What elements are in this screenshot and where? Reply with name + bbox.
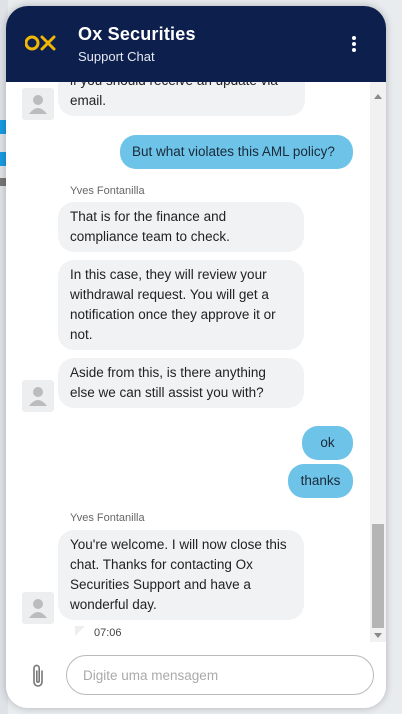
user-avatar-icon <box>22 380 54 412</box>
chat-subtitle: Support Chat <box>78 49 155 64</box>
message-scrollbar[interactable] <box>370 82 386 642</box>
scroll-down-arrow-icon[interactable] <box>374 633 382 638</box>
message-input[interactable] <box>66 655 374 695</box>
ox-logo-icon <box>25 35 56 51</box>
kebab-menu-icon[interactable] <box>344 36 364 54</box>
user-avatar-icon <box>22 88 54 120</box>
chat-widget: Ox Securities Support Chat if you should… <box>6 6 386 708</box>
outgoing-message: But what violates this AML policy? <box>120 135 353 169</box>
paperclip-icon[interactable] <box>26 662 50 690</box>
sender-name: Yves Fontanilla <box>70 512 145 524</box>
scroll-up-arrow-icon[interactable] <box>374 94 382 99</box>
incoming-message: In this case, they will review your with… <box>58 260 304 350</box>
composer-bar <box>6 642 386 708</box>
incoming-message: You're welcome. I will now close this ch… <box>58 530 304 620</box>
outgoing-message: ok <box>302 426 353 460</box>
scrollbar-thumb[interactable] <box>372 524 384 628</box>
sender-name: Yves Fontanilla <box>70 185 145 197</box>
incoming-message: if you should receive an update via emai… <box>58 82 305 116</box>
chat-header: Ox Securities Support Chat <box>6 6 386 82</box>
user-avatar-icon <box>22 592 54 624</box>
chat-title: Ox Securities <box>78 24 196 44</box>
outgoing-message: thanks <box>288 464 353 498</box>
message-timestamp: 07:06 <box>94 627 122 639</box>
incoming-message: That is for the finance and compliance t… <box>58 202 304 252</box>
read-receipt-icon <box>75 626 85 636</box>
message-list[interactable]: if you should receive an update via emai… <box>6 82 370 642</box>
incoming-message: Aside from this, is there anything else … <box>58 358 304 408</box>
